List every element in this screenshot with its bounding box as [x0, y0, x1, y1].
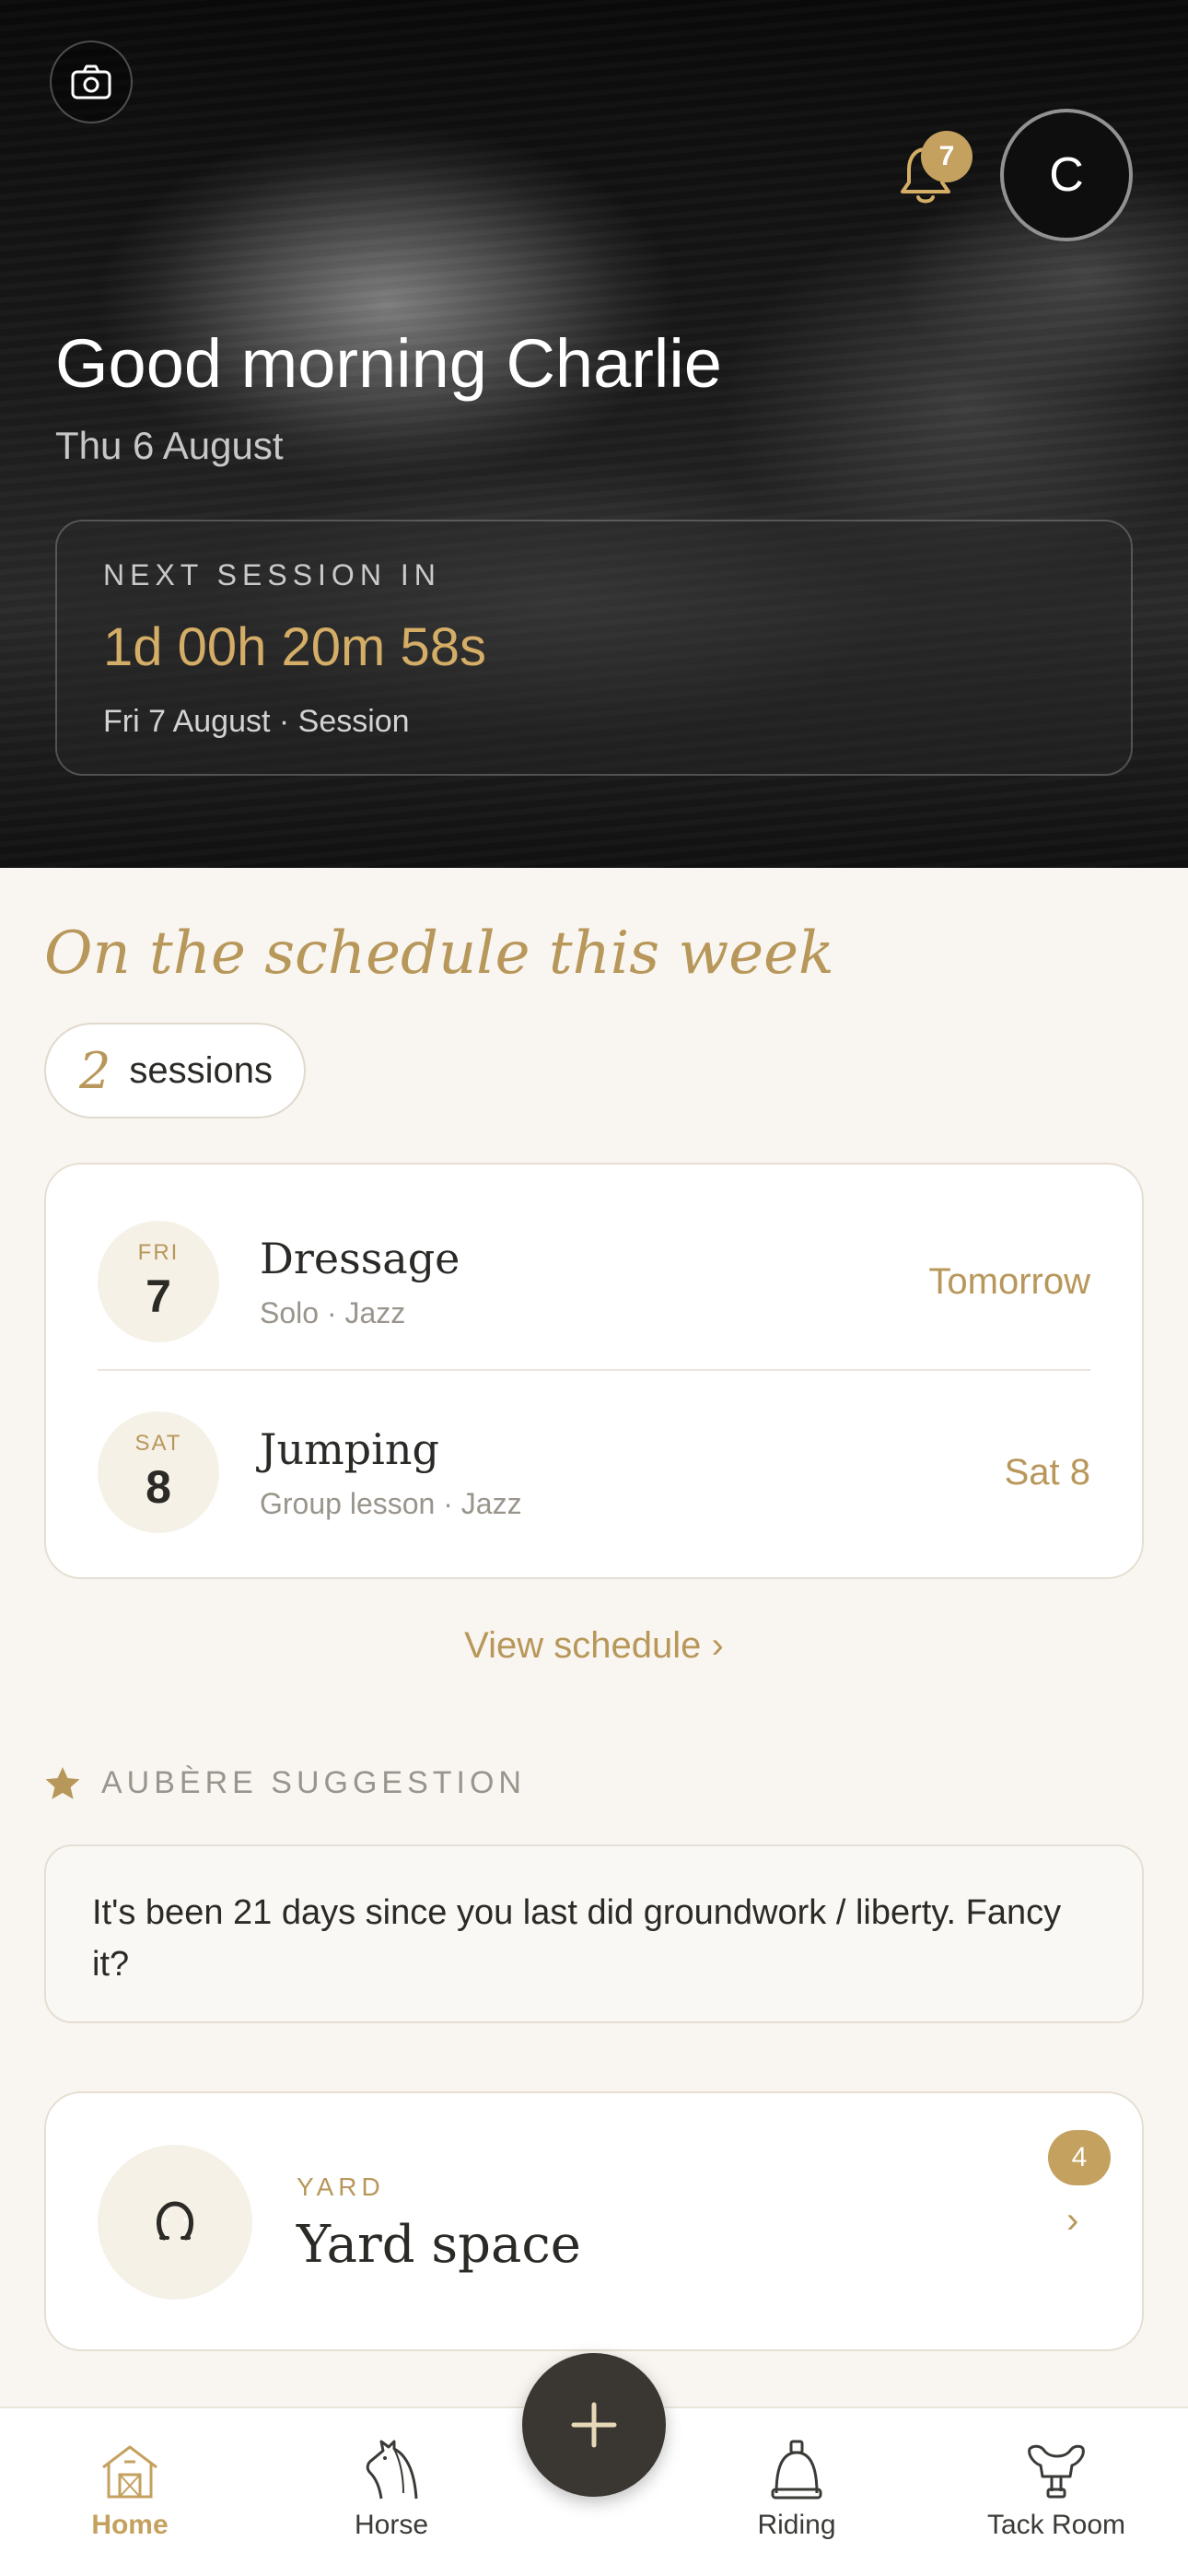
camera-button[interactable]	[50, 41, 133, 123]
schedule-item[interactable]: SAT 8 Jumping Group lesson · Jazz Sat 8	[98, 1406, 1090, 1539]
stirrup-icon	[771, 2440, 822, 2500]
session-title: Jumping	[260, 1423, 439, 1474]
sessions-count-label: sessions	[129, 1049, 273, 1091]
sessions-count-pill: 2 sessions	[44, 1023, 306, 1118]
tab-label: Tack Room	[986, 2510, 1126, 2540]
horse-head-icon	[366, 2440, 418, 2500]
current-date: Thu 6 August	[55, 424, 284, 467]
tab-home[interactable]: Home	[19, 2430, 240, 2559]
suggestion-header: AUBÈRE SUGGESTION	[44, 1765, 526, 1801]
next-session-card[interactable]: NEXT SESSION IN 1d 00h 20m 58s Fri 7 Aug…	[55, 520, 1133, 776]
tab-horse[interactable]: Horse	[281, 2430, 502, 2559]
tab-tack-room[interactable]: Tack Room	[946, 2430, 1167, 2559]
schedule-item[interactable]: FRI 7 Dressage Solo · Jazz Tomorrow	[98, 1215, 1090, 1348]
sessions-count: 2	[79, 1041, 111, 1100]
avatar[interactable]: C	[1000, 109, 1133, 241]
barn-icon	[102, 2445, 157, 2499]
tab-label: Horse	[354, 2510, 429, 2540]
session-title: Dressage	[260, 1233, 460, 1283]
camera-icon	[71, 64, 111, 100]
tab-label: Riding	[757, 2510, 836, 2540]
suggestion-label: AUBÈRE SUGGESTION	[101, 1765, 526, 1800]
add-button[interactable]	[522, 2353, 666, 2497]
next-session-meta: Fri 7 August · Session	[103, 704, 410, 739]
session-subtitle: Group lesson · Jazz	[260, 1486, 522, 1520]
yard-icon-container	[98, 2145, 252, 2300]
date-weekday: SAT	[134, 1431, 182, 1456]
greeting-title: Good morning Charlie	[55, 325, 722, 402]
plus-icon	[571, 2402, 617, 2448]
schedule-section-title: On the schedule this week	[44, 919, 834, 988]
tab-label: Home	[91, 2510, 169, 2540]
date-weekday: FRI	[137, 1240, 180, 1265]
suggestion-card[interactable]: It's been 21 days since you last did gro…	[44, 1844, 1144, 2023]
yard-count-badge: 4	[1048, 2130, 1111, 2185]
yard-card[interactable]: YARD Yard space 4 ›	[44, 2091, 1144, 2351]
saddle-icon	[1028, 2444, 1085, 2499]
next-session-label: NEXT SESSION IN	[103, 558, 441, 591]
session-subtitle: Solo · Jazz	[260, 1295, 406, 1329]
view-schedule-link[interactable]: View schedule ›	[0, 1625, 1188, 1667]
tab-riding[interactable]: Riding	[686, 2430, 907, 2559]
date-day: 8	[146, 1461, 171, 1513]
yard-eyebrow: YARD	[297, 2172, 385, 2201]
horseshoe-icon	[157, 2201, 193, 2241]
date-day: 7	[146, 1270, 171, 1322]
date-badge: FRI 7	[98, 1221, 219, 1342]
session-when: Tomorrow	[928, 1260, 1090, 1302]
notification-count-badge: 7	[921, 131, 973, 182]
star-icon	[45, 1766, 80, 1799]
chevron-right-icon: ›	[1066, 2200, 1079, 2241]
session-when: Sat 8	[1004, 1451, 1090, 1493]
divider	[98, 1369, 1090, 1371]
yard-title: Yard space	[297, 2215, 581, 2275]
schedule-card: FRI 7 Dressage Solo · Jazz Tomorrow SAT …	[44, 1163, 1144, 1579]
date-badge: SAT 8	[98, 1411, 219, 1533]
next-session-countdown: 1d 00h 20m 58s	[103, 617, 486, 677]
suggestion-text: It's been 21 days since you last did gro…	[92, 1893, 1062, 1984]
hero-banner: 7 C Good morning Charlie Thu 6 August NE…	[0, 0, 1188, 868]
